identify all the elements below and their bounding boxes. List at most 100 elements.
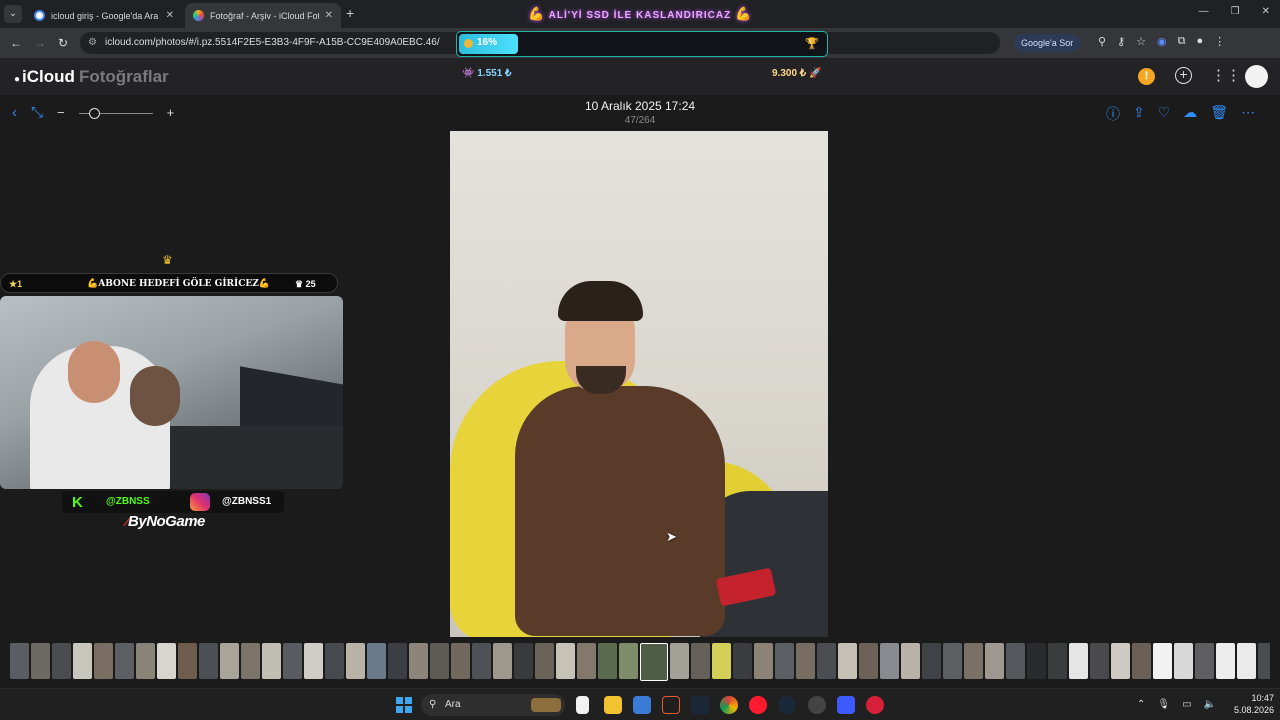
filmstrip-thumb[interactable] bbox=[388, 643, 407, 679]
filmstrip-thumb[interactable] bbox=[1153, 643, 1172, 679]
account-avatar[interactable] bbox=[1245, 65, 1268, 88]
new-tab-button[interactable]: + bbox=[346, 5, 354, 21]
filmstrip-thumb[interactable] bbox=[1069, 643, 1088, 679]
opera-icon[interactable] bbox=[749, 696, 767, 714]
filmstrip-thumb[interactable] bbox=[514, 643, 533, 679]
filmstrip-thumb[interactable] bbox=[115, 643, 134, 679]
filmstrip-thumb[interactable] bbox=[922, 643, 941, 679]
filmstrip-thumb[interactable] bbox=[136, 643, 155, 679]
back-arrow-icon[interactable]: ← bbox=[10, 36, 22, 50]
bookmark-star-icon[interactable]: ☆ bbox=[1136, 35, 1146, 48]
filmstrip-thumb[interactable] bbox=[1174, 643, 1193, 679]
forward-arrow-icon[interactable]: → bbox=[34, 36, 46, 50]
site-info-icon[interactable]: ⚙ bbox=[88, 32, 97, 54]
filmstrip-thumb[interactable] bbox=[859, 643, 878, 679]
filmstrip-thumb[interactable] bbox=[880, 643, 899, 679]
reload-icon[interactable]: ↻ bbox=[58, 36, 68, 50]
filmstrip-thumb[interactable] bbox=[838, 643, 857, 679]
filmstrip-thumb[interactable] bbox=[367, 643, 386, 679]
filmstrip-thumb[interactable] bbox=[964, 643, 983, 679]
steam-icon[interactable] bbox=[691, 696, 709, 714]
filmstrip-thumb[interactable] bbox=[1195, 643, 1214, 679]
taskbar-time[interactable]: 10:47 bbox=[1226, 693, 1274, 703]
microphone-icon[interactable]: 🎙 bbox=[1157, 699, 1170, 710]
ask-google-button[interactable]: Google'a Sor bbox=[1014, 34, 1081, 52]
filmstrip-thumb[interactable] bbox=[178, 643, 197, 679]
zoom-icon[interactable]: ⚲ bbox=[1098, 35, 1106, 48]
filmstrip-thumb[interactable] bbox=[31, 643, 50, 679]
filmstrip-thumb[interactable] bbox=[283, 643, 302, 679]
filmstrip-thumb[interactable] bbox=[199, 643, 218, 679]
filmstrip-thumb[interactable] bbox=[472, 643, 491, 679]
add-icon[interactable]: + bbox=[1175, 67, 1192, 84]
icloud-logo[interactable]: ● iCloud Fotoğraflar bbox=[14, 67, 169, 87]
media-app-icon[interactable] bbox=[662, 696, 680, 714]
filmstrip-thumb[interactable] bbox=[796, 643, 815, 679]
filmstrip-thumb-selected[interactable] bbox=[640, 643, 668, 681]
filmstrip-thumb[interactable] bbox=[577, 643, 596, 679]
filmstrip-thumb[interactable] bbox=[817, 643, 836, 679]
tray-chevron-icon[interactable]: ⌃ bbox=[1137, 699, 1145, 710]
filmstrip-thumb[interactable] bbox=[712, 643, 731, 679]
zoom-knob[interactable] bbox=[88, 107, 100, 119]
filmstrip-thumb[interactable] bbox=[1216, 643, 1235, 679]
filmstrip-thumb[interactable] bbox=[1132, 643, 1151, 679]
filmstrip-thumb[interactable] bbox=[1258, 643, 1270, 679]
filmstrip-thumb[interactable] bbox=[325, 643, 344, 679]
menu-dots-icon[interactable]: ⋮ bbox=[1214, 35, 1225, 48]
download-cloud-icon[interactable]: ☁ bbox=[1183, 104, 1197, 124]
file-explorer-icon[interactable] bbox=[604, 696, 622, 714]
filmstrip-thumb[interactable] bbox=[1048, 643, 1067, 679]
filmstrip-thumb[interactable] bbox=[94, 643, 113, 679]
filmstrip-thumb[interactable] bbox=[220, 643, 239, 679]
taskbar-search[interactable]: ⚲ Ara bbox=[421, 694, 565, 716]
app-icon-red[interactable] bbox=[866, 696, 884, 714]
zoom-slider[interactable] bbox=[78, 105, 153, 121]
restore-icon[interactable]: ❐ bbox=[1231, 6, 1240, 17]
password-key-icon[interactable]: ⚷ bbox=[1117, 35, 1125, 48]
extensions-puzzle-icon[interactable]: ⧉ bbox=[1178, 35, 1186, 48]
filmstrip-thumb[interactable] bbox=[556, 643, 575, 679]
store-icon[interactable] bbox=[633, 696, 651, 714]
alert-icon[interactable]: ! bbox=[1138, 68, 1155, 85]
close-tab-icon[interactable]: ✕ bbox=[166, 10, 174, 21]
filmstrip-thumb[interactable] bbox=[901, 643, 920, 679]
filmstrip-thumb[interactable] bbox=[262, 643, 281, 679]
filmstrip-thumb[interactable] bbox=[430, 643, 449, 679]
favorite-heart-icon[interactable]: ♡ bbox=[1158, 104, 1171, 124]
main-photo[interactable] bbox=[450, 131, 828, 637]
zoom-out-icon[interactable]: − bbox=[57, 105, 65, 120]
filmstrip-thumb[interactable] bbox=[1027, 643, 1046, 679]
share-icon[interactable]: ⇪ bbox=[1133, 104, 1145, 124]
filmstrip-thumb[interactable] bbox=[241, 643, 260, 679]
steam-alt-icon[interactable] bbox=[778, 696, 796, 714]
close-tab-icon[interactable]: ✕ bbox=[325, 10, 333, 21]
browser-tab-google-search[interactable]: icloud giriş - Google'da Ara ✕ bbox=[26, 3, 182, 28]
filmstrip-thumb[interactable] bbox=[1237, 643, 1256, 679]
app-icon[interactable] bbox=[808, 696, 826, 714]
app-icon-blue[interactable] bbox=[837, 696, 855, 714]
filmstrip-thumb[interactable] bbox=[943, 643, 962, 679]
zoom-in-icon[interactable]: + bbox=[167, 105, 175, 120]
filmstrip-thumb[interactable] bbox=[733, 643, 752, 679]
filmstrip-thumb[interactable] bbox=[985, 643, 1004, 679]
filmstrip-thumb[interactable] bbox=[598, 643, 617, 679]
filmstrip-thumb[interactable] bbox=[691, 643, 710, 679]
extension-badge-icon[interactable]: ◉ bbox=[1157, 35, 1167, 48]
filmstrip-thumb[interactable] bbox=[535, 643, 554, 679]
expand-icon[interactable]: ⤡ bbox=[31, 104, 43, 121]
tab-search-button[interactable]: ⌄ bbox=[4, 5, 22, 23]
more-options-icon[interactable]: ⋯ bbox=[1241, 104, 1255, 124]
filmstrip-thumb[interactable] bbox=[52, 643, 71, 679]
close-window-icon[interactable]: ✕ bbox=[1262, 6, 1270, 17]
start-windows-icon[interactable] bbox=[396, 697, 412, 713]
filmstrip-thumb[interactable] bbox=[304, 643, 323, 679]
minimize-icon[interactable]: — bbox=[1199, 6, 1209, 17]
network-icon[interactable]: ▭ bbox=[1182, 699, 1191, 710]
back-chevron-icon[interactable]: ‹ bbox=[12, 104, 17, 121]
filmstrip-thumb[interactable] bbox=[670, 643, 689, 679]
filmstrip-thumb[interactable] bbox=[451, 643, 470, 679]
filmstrip-thumb[interactable] bbox=[775, 643, 794, 679]
filmstrip-thumb[interactable] bbox=[1090, 643, 1109, 679]
filmstrip-thumb[interactable] bbox=[73, 643, 92, 679]
